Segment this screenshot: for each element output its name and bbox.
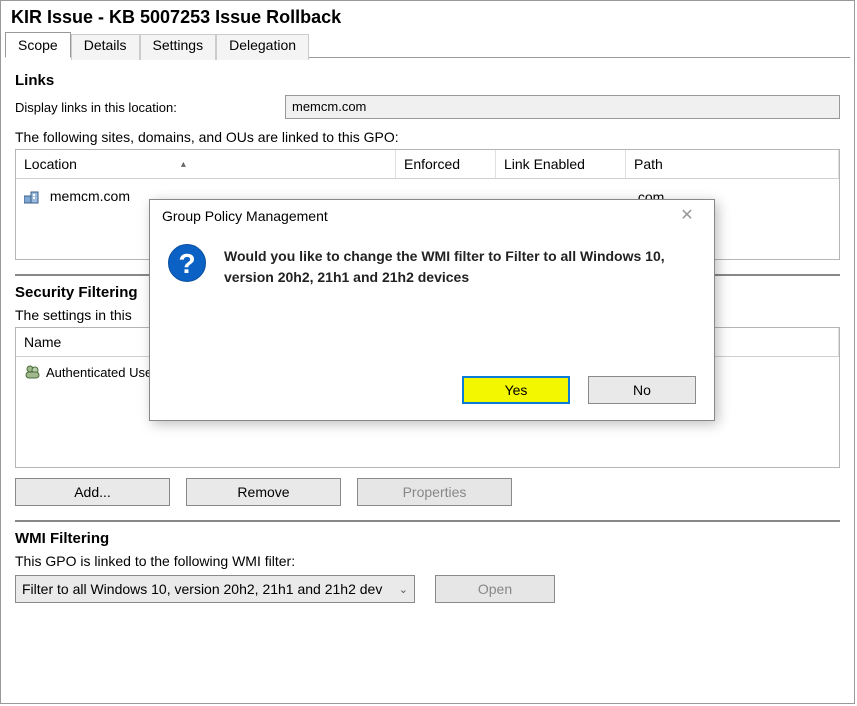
links-grid-header: Location ▴ Enforced Link Enabled Path <box>16 150 839 179</box>
security-filtering-heading-text: Security Filtering <box>15 284 138 301</box>
col-link-enabled[interactable]: Link Enabled <box>496 150 626 178</box>
add-button[interactable]: Add... <box>15 478 170 506</box>
tab-bar: Scope Details Settings Delegation <box>5 32 850 58</box>
wmi-filtering-subtext: This GPO is linked to the following WMI … <box>15 553 840 569</box>
display-location-field[interactable]: memcm.com <box>285 95 840 119</box>
properties-button[interactable]: Properties <box>357 478 512 506</box>
page-title: KIR Issue - KB 5007253 Issue Rollback <box>1 1 854 32</box>
links-row-location: memcm.com <box>50 188 130 204</box>
domain-icon <box>24 189 42 205</box>
question-icon: ? <box>168 244 206 282</box>
links-subtext: The following sites, domains, and OUs ar… <box>15 129 840 145</box>
display-location-label: Display links in this location: <box>15 100 275 115</box>
col-location-label: Location <box>24 156 77 172</box>
tab-delegation[interactable]: Delegation <box>216 34 309 60</box>
tab-details[interactable]: Details <box>71 34 140 60</box>
confirm-dialog: Group Policy Management ✕ ? Would you li… <box>149 199 715 421</box>
open-button[interactable]: Open <box>435 575 555 603</box>
wmi-filter-select[interactable]: Filter to all Windows 10, version 20h2, … <box>15 575 415 603</box>
tab-scope[interactable]: Scope <box>5 32 71 58</box>
dialog-message: Would you like to change the WMI filter … <box>224 244 696 288</box>
tab-settings[interactable]: Settings <box>140 34 217 60</box>
users-group-icon <box>24 364 42 380</box>
divider-2 <box>15 520 840 522</box>
col-path[interactable]: Path <box>626 150 839 178</box>
gpo-editor-window: KIR Issue - KB 5007253 Issue Rollback Sc… <box>0 0 855 704</box>
wmi-filter-value: Filter to all Windows 10, version 20h2, … <box>22 581 382 597</box>
links-heading: Links <box>15 72 840 89</box>
security-row-name: Authenticated Users <box>46 365 163 380</box>
no-button[interactable]: No <box>588 376 696 404</box>
remove-button[interactable]: Remove <box>186 478 341 506</box>
dialog-title: Group Policy Management <box>162 208 328 224</box>
close-icon[interactable]: ✕ <box>672 208 702 224</box>
wmi-filtering-heading: WMI Filtering <box>15 530 840 547</box>
yes-button[interactable]: Yes <box>462 376 570 404</box>
chevron-down-icon: ⌄ <box>399 583 408 596</box>
col-enforced[interactable]: Enforced <box>396 150 496 178</box>
col-location[interactable]: Location ▴ <box>16 150 396 178</box>
sort-indicator-icon: ▴ <box>181 159 186 170</box>
security-buttons: Add... Remove Properties <box>15 478 840 506</box>
